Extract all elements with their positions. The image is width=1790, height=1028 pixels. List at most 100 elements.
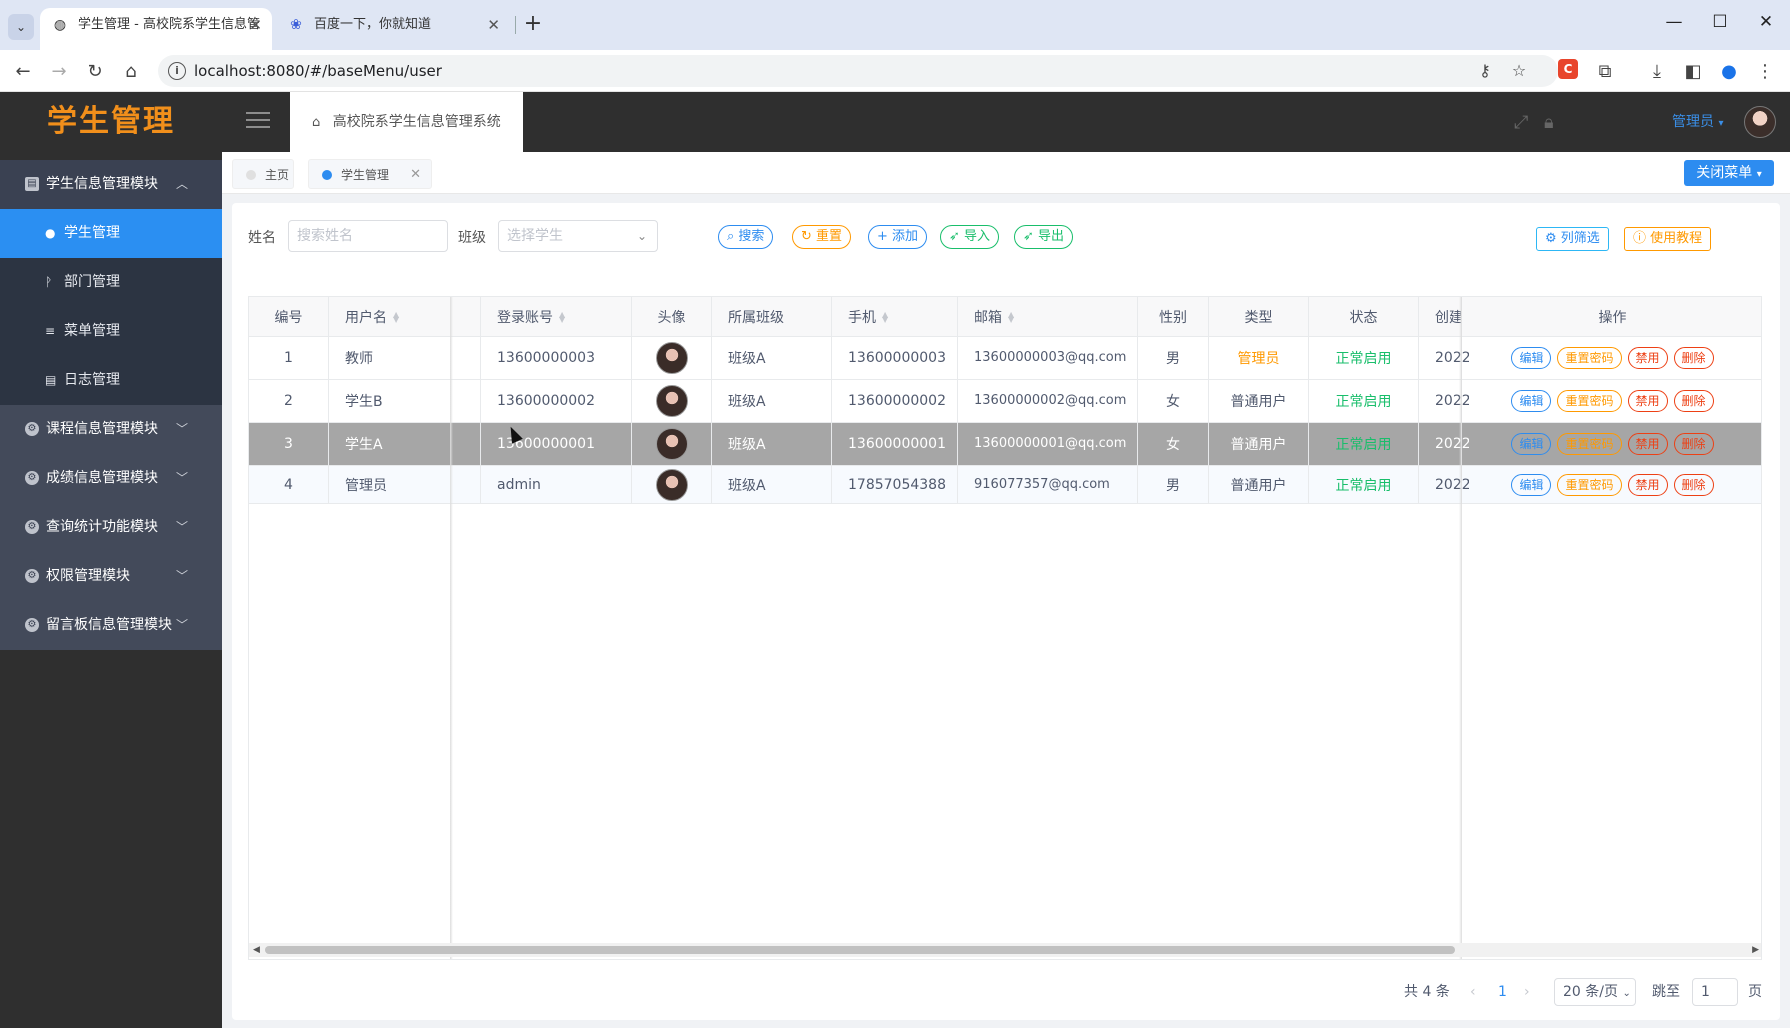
table-row[interactable]: 2 学生B 13600000002 班级A 13600000002 136000… — [249, 380, 1761, 423]
next-page-icon[interactable]: › — [1524, 978, 1530, 1006]
search-button[interactable]: ⌕ 搜索 — [718, 225, 774, 249]
key-icon[interactable]: ⚷ — [1474, 60, 1496, 82]
browser-menu-icon[interactable]: ⋮ — [1752, 59, 1778, 85]
import-button[interactable]: ➶ 导入 — [940, 225, 1000, 249]
header-account[interactable]: 登录账号 ▲ ▼ — [481, 297, 632, 336]
system-title-tab[interactable]: ⌂ 高校院系学生信息管理系统 — [290, 92, 523, 152]
delete-button[interactable]: 删除 — [1673, 433, 1714, 455]
cell-gender: 女 — [1138, 423, 1209, 465]
app-header: 学生管理 ⌂ 高校院系学生信息管理系统 ⤢ 🔒︎ 管理员 ▾ — [0, 92, 1790, 152]
column-filter-button[interactable]: ⚙ 列筛选 — [1536, 227, 1609, 251]
sort-icon[interactable]: ▲ ▼ — [559, 310, 567, 323]
header-gender: 性别 — [1138, 297, 1209, 336]
page-size-select[interactable]: 20 条/页 ⌄ — [1554, 978, 1636, 1006]
add-button[interactable]: + 添加 — [868, 225, 928, 249]
browser-tab-baidu[interactable]: ❀ 百度一下，你就知道 ✕ — [276, 8, 510, 50]
sort-icon[interactable]: ▲ ▼ — [1008, 310, 1016, 323]
cell-id: 4 — [249, 466, 329, 503]
disable-button[interactable]: 禁用 — [1627, 390, 1668, 412]
tag-home[interactable]: 主页 — [232, 159, 294, 189]
reset-password-button[interactable]: 重置密码 — [1557, 433, 1622, 455]
bookmark-star-icon[interactable]: ☆ — [1508, 60, 1530, 82]
new-tab-plus-icon[interactable]: + — [520, 12, 546, 38]
scrollbar-thumb[interactable] — [265, 946, 1455, 954]
disable-button[interactable]: 禁用 — [1627, 473, 1668, 496]
browser-tab-active[interactable]: ◍ 学生管理 - 高校院系学生信息管 ✕ — [40, 8, 272, 50]
sidebar-group-message[interactable]: ⚙ 留言板信息管理模块 ﹀ — [0, 601, 222, 650]
extension-c-icon[interactable]: C — [1558, 59, 1578, 79]
user-dropdown[interactable]: 管理员 ▾ — [1672, 92, 1723, 154]
header-phone[interactable]: 手机 ▲ ▼ — [832, 297, 958, 336]
back-arrow-icon[interactable]: ← — [10, 59, 36, 85]
sort-icon[interactable]: ▲ ▼ — [882, 310, 890, 323]
table-row[interactable]: 1 教师 13600000003 班级A 13600000003 1360000… — [249, 337, 1761, 380]
lock-icon[interactable]: 🔒︎ — [1544, 112, 1554, 133]
disable-button[interactable]: 禁用 — [1627, 433, 1668, 455]
chevron-down-icon: ﹀ — [175, 520, 188, 534]
cell-email: 13600000002@qq.com — [958, 380, 1138, 422]
sidebar-group-course[interactable]: ⚙ 课程信息管理模块 ﹀ — [0, 405, 222, 454]
header-username[interactable]: 用户名 ▲ ▼ — [329, 297, 481, 336]
table-row-hovered[interactable]: 3 学生A 13600000001 班级A 13600000001 136000… — [249, 423, 1761, 466]
home-icon[interactable]: ⌂ — [118, 59, 144, 85]
sidebar-item-department[interactable]: ᚹ 部门管理 — [0, 258, 222, 307]
scroll-right-icon[interactable]: ▶ — [1752, 943, 1759, 957]
export-button[interactable]: ➶ 导出 — [1014, 225, 1074, 249]
extensions-puzzle-icon[interactable]: ⧉ — [1592, 59, 1618, 85]
tab-list-chevron-icon[interactable]: ⌄ — [8, 14, 34, 40]
site-info-icon[interactable]: i — [168, 62, 186, 80]
close-tag-icon[interactable]: ✕ — [410, 160, 421, 190]
fullscreen-icon[interactable]: ⤢ — [1514, 112, 1528, 133]
sidebar-toggle-icon[interactable] — [246, 112, 270, 130]
tutorial-button[interactable]: ⓘ 使用教程 — [1624, 227, 1712, 251]
reset-button[interactable]: ↻ 重置 — [792, 225, 852, 249]
sidebar-item-student[interactable]: ● 学生管理 — [0, 209, 222, 258]
edit-button[interactable]: 编辑 — [1511, 433, 1552, 455]
address-bar[interactable]: i localhost:8080/#/baseMenu/user ⚷ ☆ — [158, 55, 1558, 87]
prev-page-icon[interactable]: ‹ — [1470, 978, 1476, 1006]
delete-button[interactable]: 删除 — [1673, 473, 1714, 496]
disable-button[interactable]: 禁用 — [1627, 347, 1668, 369]
name-search-input[interactable]: 搜索姓名 — [288, 220, 448, 252]
profile-icon[interactable]: ● — [1716, 59, 1742, 85]
table-row[interactable]: 4 管理员 admin 班级A 17857054388 916077357@qq… — [249, 466, 1761, 504]
reset-password-button[interactable]: 重置密码 — [1557, 347, 1622, 369]
jump-input[interactable]: 1 — [1692, 978, 1738, 1006]
cell-class: 班级A — [712, 466, 832, 503]
sidebar-group-permission[interactable]: ⚙ 权限管理模块 ﹀ — [0, 552, 222, 601]
reload-icon[interactable]: ↻ — [82, 59, 108, 85]
sidebar-group-score[interactable]: ⚙ 成绩信息管理模块 ﹀ — [0, 454, 222, 503]
minimize-icon[interactable]: — — [1654, 12, 1694, 32]
sidebar-item-log[interactable]: ▤ 日志管理 — [0, 356, 222, 405]
side-panel-icon[interactable]: ◧ — [1680, 59, 1706, 85]
main-panel: 姓名 搜索姓名 班级 选择学生 ⌄ ⌕ 搜索 ↻ 重置 + 添加 ➶ 导入 ➶ … — [232, 203, 1780, 1020]
search-icon: ⌕ — [727, 229, 735, 244]
sidebar-group-query[interactable]: ⚙ 查询统计功能模块 ﹀ — [0, 503, 222, 552]
window-close-icon[interactable]: ✕ — [1746, 12, 1786, 32]
edit-button[interactable]: 编辑 — [1511, 473, 1552, 496]
forward-arrow-icon[interactable]: → — [46, 59, 72, 85]
edit-button[interactable]: 编辑 — [1511, 347, 1552, 369]
page-number[interactable]: 1 — [1498, 978, 1507, 1006]
reset-password-button[interactable]: 重置密码 — [1557, 390, 1622, 412]
reset-password-button[interactable]: 重置密码 — [1557, 473, 1622, 496]
header-label: 用户名 — [345, 309, 387, 326]
class-select[interactable]: 选择学生 ⌄ — [498, 220, 658, 252]
sidebar-item-menu[interactable]: ≡ 菜单管理 — [0, 307, 222, 356]
header-email[interactable]: 邮箱 ▲ ▼ — [958, 297, 1138, 336]
maximize-icon[interactable]: ☐ — [1700, 12, 1740, 32]
table-header: 编号 用户名 ▲ ▼ 登录账号 ▲ ▼ 头像 所属班级 手机 ▲ ▼ 邮箱 ▲ ▼ 性别 类型 … — [249, 297, 1761, 337]
delete-button[interactable]: 删除 — [1673, 347, 1714, 369]
tag-current[interactable]: 学生管理 ✕ — [308, 159, 432, 189]
sort-icon[interactable]: ▲ ▼ — [393, 310, 401, 323]
close-tab-icon[interactable]: ✕ — [249, 8, 262, 42]
horizontal-scrollbar[interactable]: ◀ ▶ — [249, 943, 1761, 957]
close-tab-icon[interactable]: ✕ — [487, 8, 500, 42]
edit-button[interactable]: 编辑 — [1511, 390, 1552, 412]
scroll-left-icon[interactable]: ◀ — [253, 943, 260, 957]
user-avatar[interactable] — [1744, 106, 1776, 138]
delete-button[interactable]: 删除 — [1673, 390, 1714, 412]
close-menu-button[interactable]: 关闭菜单 ▾ — [1684, 160, 1774, 186]
download-icon[interactable]: ⤓ — [1644, 59, 1670, 85]
sidebar-group-student-info[interactable]: ▤ 学生信息管理模块 ︿ — [0, 160, 222, 209]
